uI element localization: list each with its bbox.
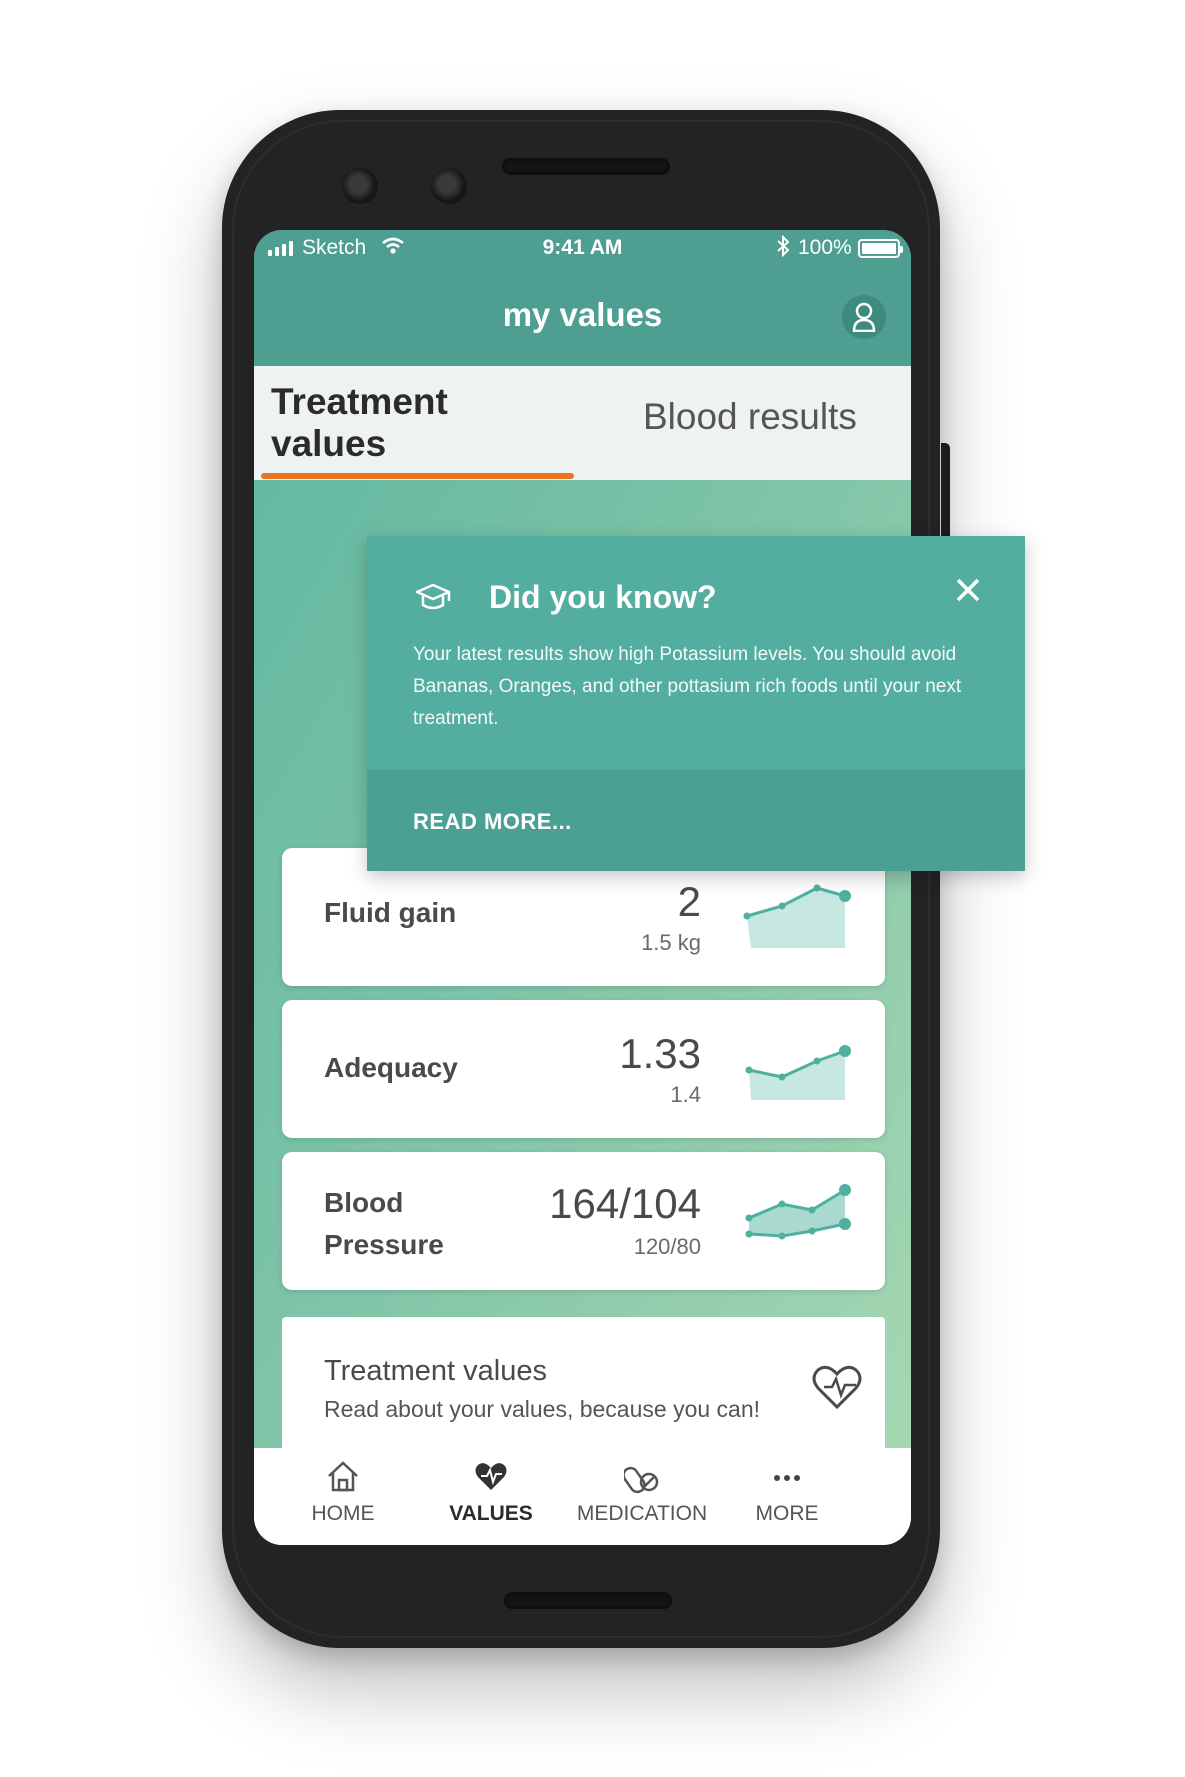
- more-icon: [712, 1458, 862, 1496]
- close-icon[interactable]: [952, 574, 984, 606]
- card-value: 2: [677, 878, 701, 925]
- page-title: my values: [502, 296, 663, 333]
- nav-medication[interactable]: MEDICATION: [567, 1458, 717, 1526]
- read-more-link[interactable]: READ MORE...: [413, 809, 572, 835]
- app-screen: Sketch 9:41 AM 100% my values Treatment …: [254, 230, 911, 1545]
- battery-percent: 100%: [798, 236, 852, 259]
- graduation-cap-icon: [413, 581, 453, 618]
- card-label: Adequacy: [324, 1052, 458, 1083]
- bottom-speaker: [504, 1592, 672, 1609]
- popup-body: Your latest results show high Potassium …: [413, 644, 962, 729]
- adequacy-card[interactable]: Adequacy 1.33 1.4: [282, 1000, 885, 1138]
- nav-values-label: VALUES: [449, 1502, 533, 1525]
- heart-pulse-icon: [812, 1365, 862, 1416]
- nav-medication-label: MEDICATION: [576, 1502, 708, 1525]
- active-tab-indicator: [261, 473, 574, 479]
- treatment-values-info-card[interactable]: Treatment values Read about your values,…: [282, 1317, 885, 1457]
- blood-pressure-sparkline: [745, 1184, 851, 1240]
- app-header: my values: [254, 266, 911, 366]
- card-target: 1.5 kg: [641, 930, 701, 955]
- info-card-subtitle: Read about your values, because you can!: [324, 1396, 761, 1422]
- card-label-line1: Blood: [324, 1187, 404, 1218]
- nav-more-label: MORE: [755, 1502, 819, 1525]
- card-label-line2: Pressure: [324, 1229, 444, 1260]
- info-card-title: Treatment values: [324, 1355, 547, 1387]
- status-bar: Sketch 9:41 AM 100%: [254, 230, 911, 266]
- front-sensor: [431, 168, 467, 204]
- user-icon[interactable]: [842, 295, 886, 339]
- nav-home-label: HOME: [311, 1502, 375, 1525]
- stage: Sketch 9:41 AM 100% my values Treatment …: [0, 0, 1185, 1777]
- bluetooth-icon: [776, 234, 790, 263]
- pill-icon: [567, 1458, 717, 1496]
- nav-home[interactable]: HOME: [268, 1458, 418, 1526]
- tab-bar: Treatment values Blood results: [254, 366, 911, 480]
- earpiece-speaker: [502, 158, 670, 175]
- did-you-know-popup: Did you know? Your latest results show h…: [367, 536, 1025, 871]
- heart-icon: [416, 1458, 566, 1496]
- card-value: 164/104: [549, 1180, 701, 1227]
- card-value: 1.33: [619, 1030, 701, 1077]
- nav-more[interactable]: MORE: [712, 1458, 862, 1526]
- tab-treatment-values[interactable]: Treatment values: [271, 366, 571, 480]
- home-icon: [268, 1458, 418, 1496]
- tab-blood-results[interactable]: Blood results: [643, 360, 903, 474]
- card-label: Fluid gain: [324, 897, 457, 928]
- nav-values[interactable]: VALUES: [416, 1458, 566, 1526]
- card-target: 120/80: [633, 1234, 701, 1259]
- popup-title: Did you know?: [489, 579, 717, 615]
- fluid-gain-sparkline: [743, 884, 851, 948]
- bottom-navigation: HOME VALUES MEDICATION MORE: [254, 1448, 911, 1545]
- power-button: [941, 443, 950, 543]
- popup-footer: READ MORE...: [367, 770, 1025, 871]
- blood-pressure-card[interactable]: Blood Pressure 164/104 120/80: [282, 1152, 885, 1290]
- front-camera: [342, 168, 378, 204]
- battery-icon: [858, 239, 903, 258]
- adequacy-sparkline: [745, 1045, 851, 1100]
- card-target: 1.4: [670, 1082, 701, 1107]
